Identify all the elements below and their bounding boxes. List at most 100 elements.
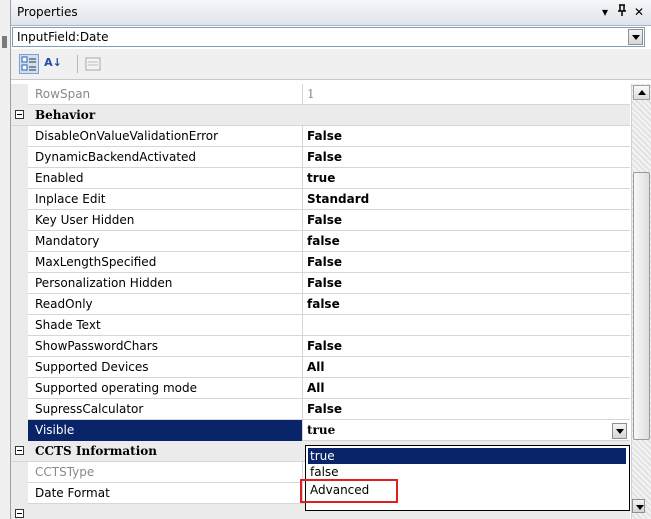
alphabetical-button[interactable]: A↓ <box>43 54 63 74</box>
property-row[interactable]: ReadOnly false <box>11 294 630 315</box>
toolbar-separator <box>77 55 78 73</box>
annotation-highlight-box <box>300 479 398 503</box>
property-row[interactable]: Supported operating mode All <box>11 378 630 399</box>
left-dock-gutter <box>0 0 11 519</box>
property-row[interactable]: Inplace Edit Standard <box>11 189 630 210</box>
property-value: False <box>307 276 342 290</box>
object-selector-dropdown-button[interactable] <box>628 29 643 45</box>
dropdown-option-true[interactable]: true <box>307 447 627 465</box>
column-divider[interactable] <box>302 273 303 294</box>
property-name: Supported Devices <box>35 360 149 374</box>
property-value: False <box>307 255 342 269</box>
column-divider[interactable] <box>302 420 303 441</box>
property-row[interactable]: MaxLengthSpecified False <box>11 252 630 273</box>
property-row[interactable]: DisableOnValueValidationError False <box>11 126 630 147</box>
collapse-icon[interactable] <box>15 446 24 455</box>
row-margin <box>11 315 28 336</box>
property-name: RowSpan <box>35 87 91 101</box>
column-divider[interactable] <box>302 231 303 252</box>
collapse-icon[interactable] <box>15 110 24 119</box>
property-value: All <box>307 360 325 374</box>
column-divider[interactable] <box>302 147 303 168</box>
property-value: false <box>307 297 340 311</box>
property-row[interactable]: SupressCalculator False <box>11 399 630 420</box>
column-divider[interactable] <box>302 336 303 357</box>
row-margin <box>11 336 28 357</box>
categorized-icon <box>21 56 36 71</box>
collapse-icon[interactable] <box>15 509 24 518</box>
property-name: Inplace Edit <box>35 192 106 206</box>
row-margin <box>11 462 28 483</box>
property-name: Key User Hidden <box>35 213 135 227</box>
row-margin <box>11 168 28 189</box>
property-value: All <box>307 381 325 395</box>
row-margin <box>11 189 28 210</box>
property-value-editor[interactable]: true <box>307 423 335 437</box>
column-divider[interactable] <box>302 399 303 420</box>
property-name: DisableOnValueValidationError <box>35 129 219 143</box>
column-divider[interactable] <box>302 378 303 399</box>
object-selector-value: InputField:Date <box>17 30 109 44</box>
property-row[interactable]: Personalization Hidden False <box>11 273 630 294</box>
property-name: ReadOnly <box>35 297 93 311</box>
row-margin <box>11 399 28 420</box>
column-divider[interactable] <box>302 357 303 378</box>
property-row[interactable]: Enabled true <box>11 168 630 189</box>
property-value: False <box>307 129 342 143</box>
column-divider[interactable] <box>302 252 303 273</box>
row-margin <box>11 420 28 441</box>
window-position-icon[interactable]: ▾ <box>597 3 613 21</box>
column-divider[interactable] <box>302 294 303 315</box>
column-divider[interactable] <box>302 189 303 210</box>
property-name: MaxLengthSpecified <box>35 255 157 269</box>
auto-hide-pin-icon[interactable] <box>614 3 630 21</box>
property-name: Personalization Hidden <box>35 276 173 290</box>
row-margin <box>11 483 28 504</box>
property-row-visible-selected[interactable]: Visible true <box>11 420 630 441</box>
scroll-up-button[interactable] <box>633 85 650 100</box>
column-divider[interactable] <box>302 210 303 231</box>
column-divider[interactable] <box>302 315 303 336</box>
column-divider[interactable] <box>302 168 303 189</box>
panel-title: Properties <box>17 5 78 19</box>
property-name: SupressCalculator <box>35 402 144 416</box>
property-value: False <box>307 402 342 416</box>
property-row[interactable]: Mandatory false <box>11 231 630 252</box>
property-name: ShowPasswordChars <box>35 339 158 353</box>
property-name: Mandatory <box>35 234 100 248</box>
dropdown-option-false[interactable]: false <box>308 464 626 480</box>
property-value: true <box>307 171 336 185</box>
property-value: Standard <box>307 192 370 206</box>
object-selector-combobox[interactable]: InputField:Date <box>12 27 645 47</box>
property-row-rowspan[interactable]: RowSpan 1 <box>11 84 630 105</box>
scroll-thumb[interactable] <box>633 172 650 440</box>
dropdown-list-scroll-down-button[interactable] <box>632 499 645 513</box>
property-grid-scrollbar[interactable] <box>631 84 651 519</box>
property-name: Date Format <box>35 486 110 500</box>
value-dropdown-button[interactable] <box>612 423 627 439</box>
close-icon[interactable]: ✕ <box>631 3 647 21</box>
property-row[interactable]: Shade Text <box>11 315 630 336</box>
property-row[interactable]: Key User Hidden False <box>11 210 630 231</box>
property-row[interactable]: ShowPasswordChars False <box>11 336 630 357</box>
property-row[interactable]: Supported Devices All <box>11 357 630 378</box>
row-margin <box>11 273 28 294</box>
column-divider[interactable] <box>302 126 303 147</box>
property-name: Shade Text <box>35 318 101 332</box>
property-row[interactable]: DynamicBackendActivated False <box>11 147 630 168</box>
column-divider[interactable] <box>302 84 303 105</box>
category-behavior[interactable]: Behavior <box>11 105 630 126</box>
categorized-button[interactable] <box>19 54 39 74</box>
property-value: False <box>307 339 342 353</box>
property-name: CCTSType <box>35 465 95 479</box>
property-value: false <box>307 234 340 248</box>
row-margin <box>11 147 28 168</box>
category-label: Behavior <box>35 108 96 122</box>
row-margin <box>11 357 28 378</box>
property-pages-button[interactable] <box>83 54 103 74</box>
gutter-marker <box>2 36 7 48</box>
category-label: CCTS Information <box>35 444 158 458</box>
row-margin <box>11 378 28 399</box>
property-name: Enabled <box>35 171 84 185</box>
property-name: DynamicBackendActivated <box>35 150 197 164</box>
